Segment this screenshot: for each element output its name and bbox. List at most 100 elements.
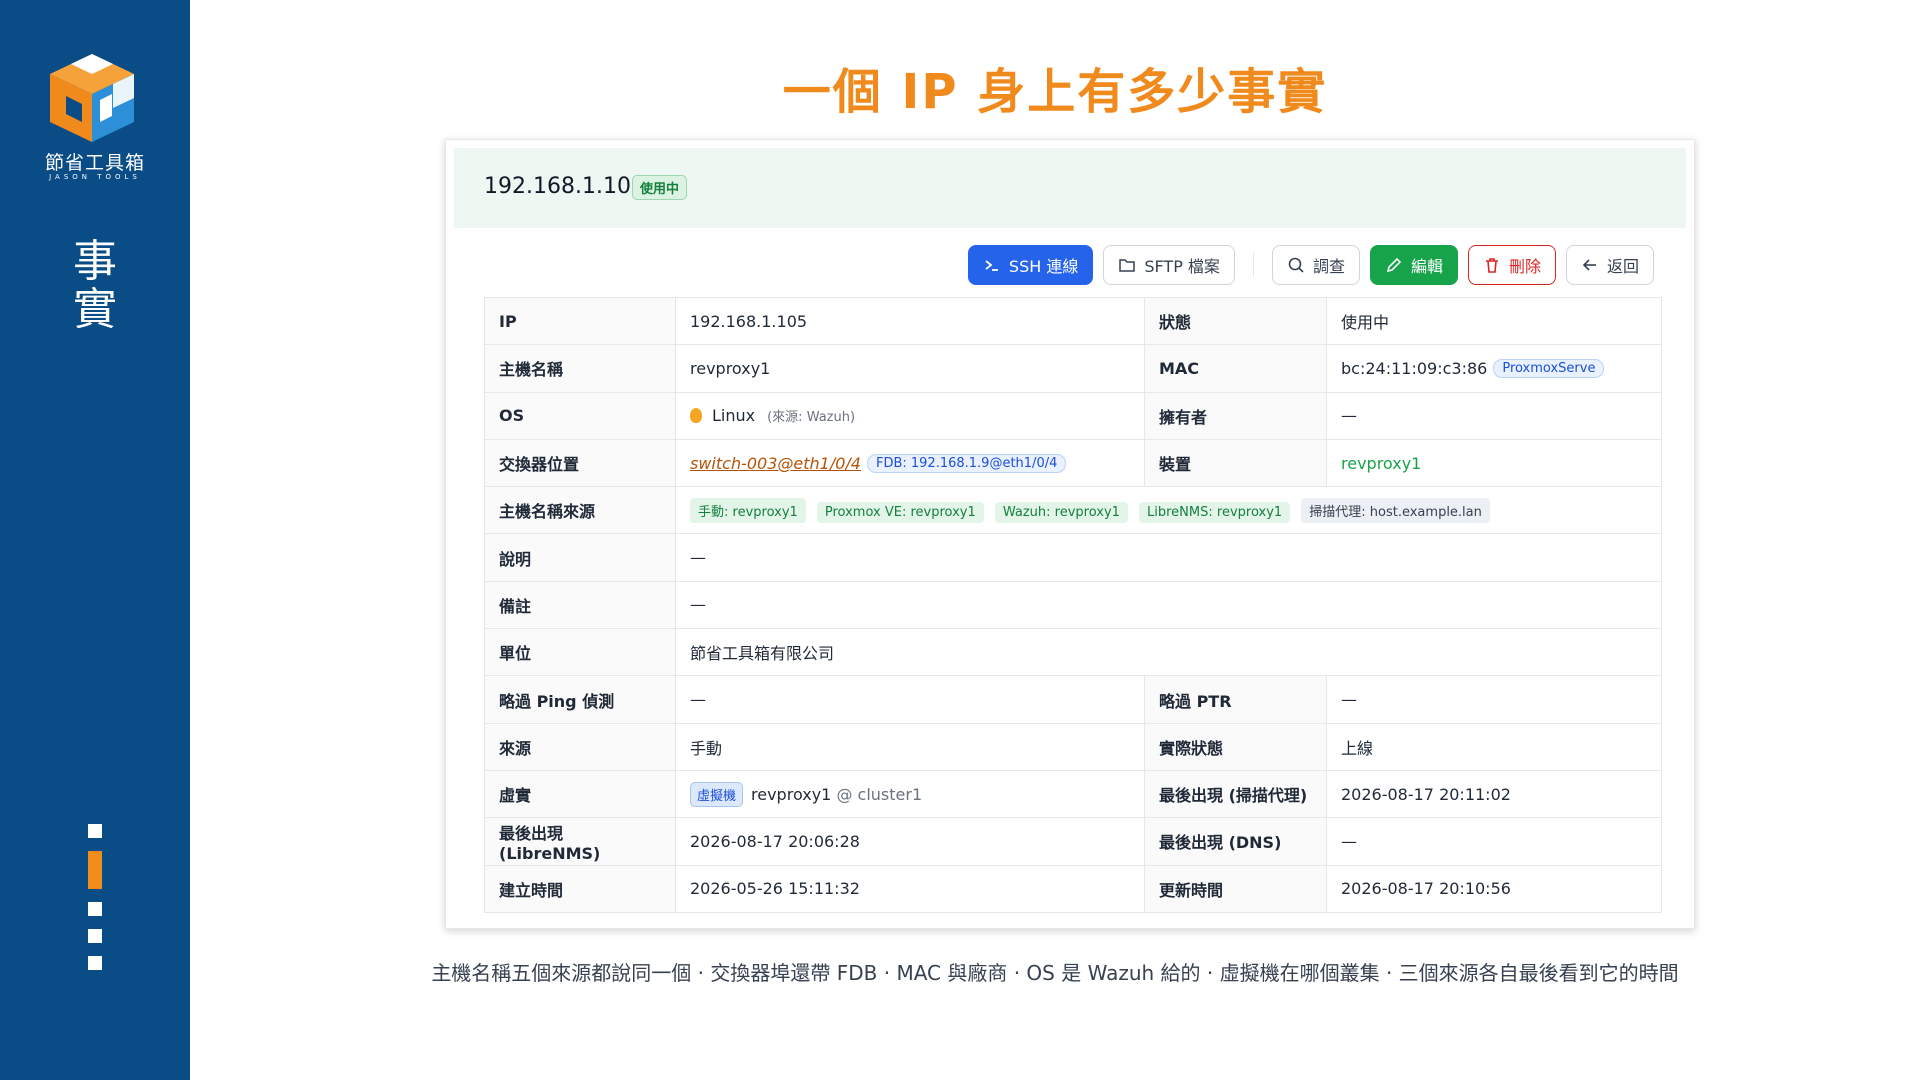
- table-row: IP 192.168.1.105 狀態 使用中: [484, 296, 1662, 346]
- skip-ping-value: —: [675, 675, 1145, 724]
- logo-text: 節省工具箱: [44, 152, 145, 174]
- terminal-icon: [985, 260, 998, 271]
- owner-label: 擁有者: [1144, 391, 1327, 440]
- os-source: (來源: Wazuh): [767, 410, 856, 426]
- table-row: 主機名稱來源 手動: revproxy1 Proxmox VE: revprox…: [484, 486, 1662, 535]
- sftp-button[interactable]: SFTP 檔案: [1103, 245, 1235, 285]
- actual-status-value: 上線: [1326, 722, 1662, 771]
- logo-subtext: JASON TOOLS: [49, 173, 141, 181]
- os-label: OS: [484, 391, 676, 440]
- last-librenms-value: 2026-08-17 20:06:28: [675, 817, 1145, 866]
- ssh-button[interactable]: SSH 連線: [967, 245, 1094, 285]
- source-label: 來源: [484, 722, 676, 771]
- device-cell: revproxy1: [1326, 438, 1662, 488]
- table-row: 虛實 虛擬機 revproxy1 @ cluster1 最後出現 (掃描代理) 2…: [484, 769, 1662, 819]
- mac-cell: bc:24:11:09:c3:86 ProxmoxServe: [1326, 344, 1662, 393]
- hostname-label: 主機名稱: [484, 344, 676, 393]
- hostname-source-label: 主機名稱來源: [484, 486, 676, 535]
- progress-dot: [88, 902, 102, 916]
- last-scan-value: 2026-08-17 20:11:02: [1326, 769, 1662, 819]
- hostname-source-tag: Wazuh: revproxy1: [994, 501, 1128, 523]
- last-librenms-label: 最後出現 (LibreNMS): [484, 817, 676, 866]
- source-value: 手動: [675, 722, 1145, 771]
- table-row: 最後出現 (LibreNMS) 2026-08-17 20:06:28 最後出現…: [484, 817, 1662, 866]
- logo-cube-icon: [42, 52, 152, 142]
- created-value: 2026-05-26 15:11:32: [675, 864, 1145, 913]
- slide-title: 一個 IP 身上有多少事實: [782, 64, 1328, 120]
- note-label: 備註: [484, 580, 676, 630]
- investigate-button-label: 調查: [1312, 257, 1345, 276]
- ip-value: 192.168.1.105: [675, 296, 1145, 346]
- table-row: OS Linux (來源: Wazuh) 擁有者 —: [484, 391, 1662, 440]
- progress-dot: [88, 929, 102, 943]
- table-row: 略過 Ping 偵測 — 略過 PTR —: [484, 675, 1662, 724]
- device-link[interactable]: revproxy1: [1341, 454, 1421, 473]
- pencil-icon: [1386, 257, 1402, 273]
- status-value: 使用中: [1326, 296, 1662, 346]
- vm-name: revproxy1: [751, 784, 832, 804]
- switch-cell: switch-003@eth1/0/4 FDB: 192.168.1.9@eth1…: [675, 438, 1145, 488]
- investigate-button[interactable]: 調查: [1271, 245, 1360, 285]
- trash-icon: [1485, 258, 1498, 273]
- actual-status-label: 實際狀態: [1144, 722, 1327, 771]
- mac-value: bc:24:11:09:c3:86: [1341, 358, 1488, 378]
- back-button[interactable]: 返回: [1565, 245, 1654, 285]
- arrow-left-icon: [1582, 259, 1596, 271]
- hostname-source-tag: Proxmox VE: revproxy1: [816, 501, 984, 523]
- created-label: 建立時間: [484, 864, 676, 913]
- ip-label: IP: [484, 296, 676, 346]
- mac-label: MAC: [1144, 344, 1327, 393]
- table-row: 說明 —: [484, 533, 1662, 582]
- unit-label: 單位: [484, 628, 676, 677]
- description-value: —: [675, 533, 1662, 582]
- vm-tag: 虛擬機: [690, 781, 744, 807]
- linux-penguin-icon: [690, 408, 702, 424]
- card-header: 192.168.1.105 使用中: [454, 148, 1686, 228]
- unit-value: 節省工具箱有限公司: [675, 628, 1662, 677]
- hostname-source-tag: 手動: revproxy1: [690, 497, 806, 523]
- device-label: 裝置: [1144, 438, 1327, 488]
- slide-progress-indicator: [88, 824, 102, 983]
- os-value: Linux: [712, 406, 756, 426]
- description-label: 說明: [484, 533, 676, 582]
- section-title: 事 實: [0, 238, 190, 334]
- note-value: —: [675, 580, 1662, 630]
- section-title-char-1: 事: [73, 236, 117, 287]
- table-row: 主機名稱 revproxy1 MAC bc:24:11:09:c3:86 Prox…: [484, 344, 1662, 393]
- ssh-button-label: SSH 連線: [1008, 257, 1079, 276]
- virtual-cell: 虛擬機 revproxy1 @ cluster1: [675, 769, 1145, 819]
- table-row: 單位 節省工具箱有限公司: [484, 628, 1662, 677]
- hostname-source-tag: LibreNMS: revproxy1: [1139, 501, 1291, 523]
- section-title-char-2: 實: [73, 284, 117, 335]
- last-scan-label: 最後出現 (掃描代理): [1144, 769, 1327, 819]
- progress-dot: [88, 956, 102, 970]
- back-button-label: 返回: [1606, 257, 1639, 276]
- sftp-button-label: SFTP 檔案: [1144, 257, 1220, 276]
- slide-caption: 主機名稱五個來源都說同一個 · 交換器埠還帶 FDB · MAC 與廠商 · O…: [431, 961, 1679, 985]
- action-toolbar: SSH 連線 SFTP 檔案 調查 編輯 刪除 返回: [967, 245, 1654, 285]
- delete-button-label: 刪除: [1508, 257, 1541, 276]
- delete-button[interactable]: 刪除: [1467, 245, 1556, 285]
- skip-ptr-value: —: [1326, 675, 1662, 724]
- updated-value: 2026-08-17 20:10:56: [1326, 864, 1662, 913]
- switch-port-link[interactable]: switch-003@eth1/0/4: [690, 454, 861, 473]
- os-cell: Linux (來源: Wazuh): [675, 391, 1145, 440]
- table-row: 來源 手動 實際狀態 上線: [484, 722, 1662, 771]
- hostname-source-cell: 手動: revproxy1 Proxmox VE: revproxy1 Wazu…: [675, 486, 1662, 535]
- folder-icon: [1119, 259, 1136, 272]
- table-row: 備註 —: [484, 580, 1662, 630]
- ip-detail-card: 192.168.1.105 使用中 SSH 連線 SFTP 檔案 調查 編輯 刪…: [445, 139, 1695, 929]
- hostname-source-scan-tag: 掃描代理: host.example.lan: [1301, 497, 1490, 523]
- table-row: 建立時間 2026-05-26 15:11:32 更新時間 2026-08-17…: [484, 864, 1662, 913]
- vm-cluster: @ cluster1: [836, 784, 923, 804]
- edit-button-label: 編輯: [1410, 257, 1443, 276]
- edit-button[interactable]: 編輯: [1369, 245, 1458, 285]
- detail-table: IP 192.168.1.105 狀態 使用中 主機名稱 revproxy1 M…: [484, 296, 1662, 913]
- sidebar: 節省工具箱 JASON TOOLS 事 實: [0, 0, 190, 1080]
- last-dns-label: 最後出現 (DNS): [1144, 817, 1327, 866]
- switch-label: 交換器位置: [484, 438, 676, 488]
- mac-vendor-tag: ProxmoxServe: [1493, 358, 1605, 378]
- toolbar-divider: [1252, 253, 1254, 277]
- last-dns-value: —: [1326, 817, 1662, 866]
- skip-ptr-label: 略過 PTR: [1144, 675, 1327, 724]
